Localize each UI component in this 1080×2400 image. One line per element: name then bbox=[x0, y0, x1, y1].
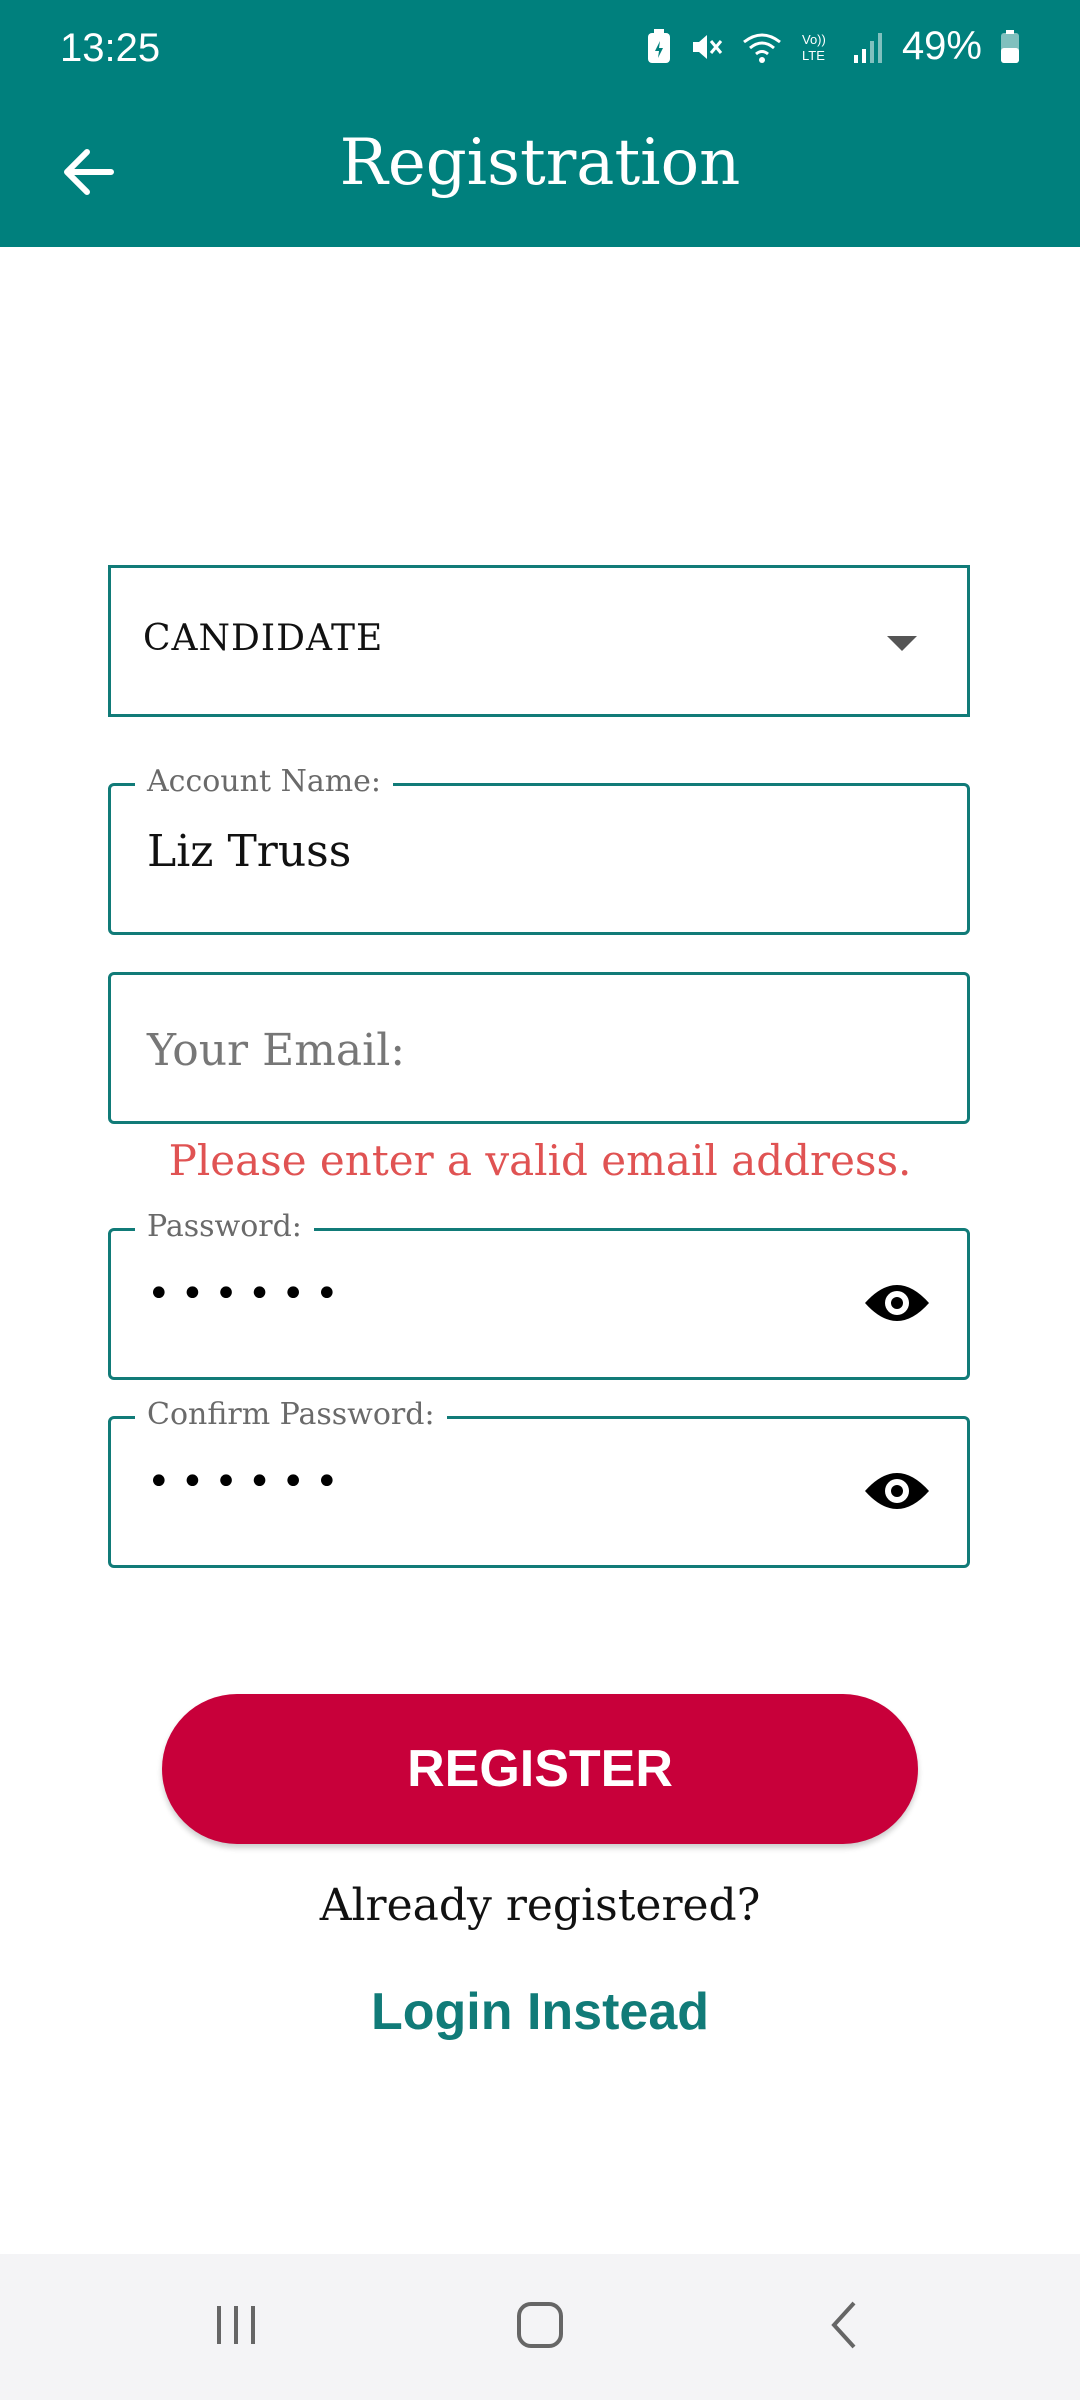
battery-saver-icon bbox=[646, 28, 672, 65]
confirm-password-value: •••••• bbox=[147, 1459, 349, 1505]
dropdown-arrow-icon bbox=[887, 636, 917, 651]
already-registered-text: Already registered? bbox=[319, 1880, 761, 1931]
nav-back-button[interactable] bbox=[804, 2292, 884, 2362]
confirm-password-label: Confirm Password: bbox=[135, 1397, 447, 1432]
email-placeholder: Your Email: bbox=[147, 1025, 406, 1076]
app-bar: Registration bbox=[0, 100, 1080, 247]
password-field[interactable]: Password: •••••• bbox=[108, 1209, 970, 1380]
svg-text:Vo)): Vo)) bbox=[802, 32, 826, 47]
volte-icon: Vo)) LTE bbox=[800, 30, 834, 64]
eye-icon bbox=[863, 1279, 931, 1331]
login-instead-link[interactable]: Login Instead bbox=[0, 1982, 1080, 2042]
account-name-label: Account Name: bbox=[135, 764, 394, 799]
recents-icon bbox=[211, 2300, 261, 2354]
email-field[interactable]: Your Email: bbox=[108, 972, 970, 1124]
password-visibility-toggle[interactable] bbox=[863, 1277, 931, 1333]
back-icon bbox=[824, 2299, 864, 2355]
confirm-password-visibility-toggle[interactable] bbox=[863, 1465, 931, 1521]
battery-icon bbox=[1000, 29, 1020, 64]
account-name-field[interactable]: Account Name: Liz Truss bbox=[108, 764, 970, 935]
mute-icon bbox=[690, 30, 724, 64]
status-time: 13:25 bbox=[60, 26, 161, 70]
register-button[interactable]: REGISTER bbox=[162, 1694, 918, 1844]
password-value: •••••• bbox=[147, 1271, 349, 1317]
wifi-icon bbox=[742, 30, 782, 64]
account-type-dropdown[interactable]: CANDIDATE bbox=[108, 565, 970, 717]
battery-percent: 49% bbox=[901, 24, 982, 68]
account-name-value: Liz Truss bbox=[147, 826, 352, 877]
status-bar: 13:25 Vo)) LTE 49% bbox=[0, 0, 1080, 100]
home-button[interactable] bbox=[500, 2292, 580, 2362]
system-nav-bar bbox=[0, 2254, 1080, 2400]
signal-icon bbox=[852, 31, 884, 63]
recents-button[interactable] bbox=[196, 2292, 276, 2362]
confirm-password-field[interactable]: Confirm Password: •••••• bbox=[108, 1397, 970, 1568]
account-type-value: CANDIDATE bbox=[143, 618, 384, 659]
page-title: Registration bbox=[339, 126, 741, 200]
home-icon bbox=[514, 2299, 566, 2355]
password-label: Password: bbox=[135, 1209, 314, 1244]
status-icons: Vo)) LTE 49% bbox=[646, 24, 1020, 69]
email-error-message: Please enter a valid email address. bbox=[168, 1136, 912, 1185]
svg-text:LTE: LTE bbox=[802, 48, 825, 63]
eye-icon bbox=[863, 1467, 931, 1519]
